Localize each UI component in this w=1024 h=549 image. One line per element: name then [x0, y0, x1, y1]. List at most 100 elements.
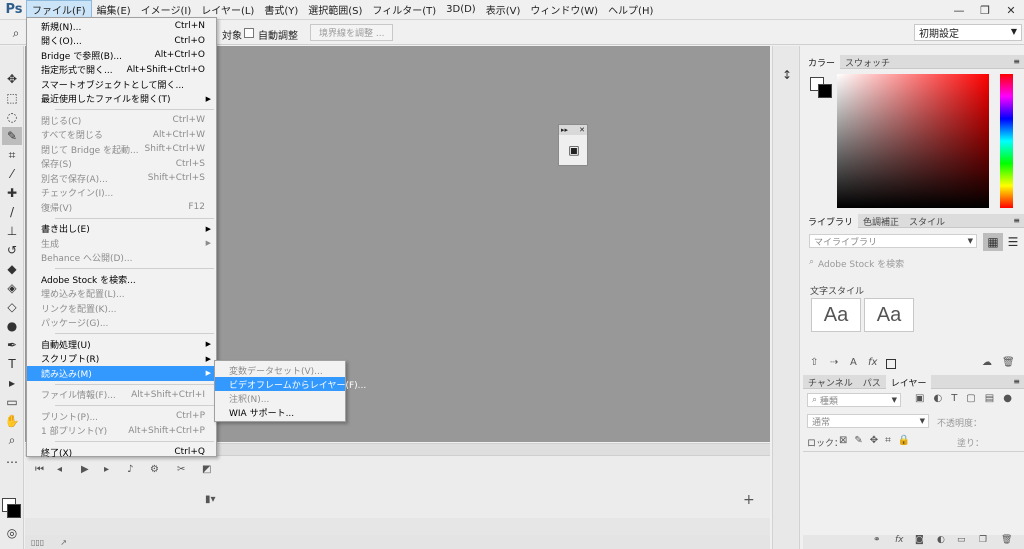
blend-mode-select[interactable]: 通常 ▼	[807, 414, 929, 428]
timeline-frames-icon[interactable]: ▯▯▯	[31, 538, 44, 547]
pixel-filter-icon[interactable]: ▣	[915, 393, 924, 404]
panel-menu-icon[interactable]: ≡	[1013, 216, 1020, 225]
character-style-1[interactable]: Aa	[811, 298, 861, 332]
file-menu-item[interactable]: 自動処理(U) ▶	[27, 337, 216, 352]
delete-layer-icon[interactable]: 🗑	[1001, 535, 1012, 545]
auto-enhance-checkbox[interactable]	[244, 28, 254, 38]
import-submenu-item[interactable]: 注釈(N)...	[215, 391, 345, 405]
file-menu-item[interactable]: 最近使用したファイルを開く(T) ▶	[27, 92, 216, 107]
file-menu-item[interactable]: ファイル情報(F)... Alt+Shift+Ctrl+I	[27, 388, 216, 403]
new-adjustment-icon[interactable]: ◐	[937, 535, 945, 545]
color-field[interactable]	[837, 74, 989, 208]
type-tool-icon[interactable]: T	[2, 355, 22, 373]
file-menu-item[interactable]: Adobe Stock を検索...	[27, 272, 216, 287]
panel-menu-icon[interactable]: ≡	[1013, 57, 1020, 66]
menu-view[interactable]: 表示(V)	[481, 0, 526, 20]
brush-tool-icon[interactable]: /	[2, 203, 22, 221]
grid-view-icon[interactable]: ▦	[983, 233, 1003, 251]
file-menu-item[interactable]: チェックイン(I)...	[27, 186, 216, 201]
healing-brush-tool-icon[interactable]: ✚	[2, 184, 22, 202]
tab-channels[interactable]: チャンネル	[803, 375, 858, 389]
first-frame-icon[interactable]: ⏮	[35, 464, 44, 475]
file-menu-item[interactable]: リンクを配置(K)...	[27, 301, 216, 316]
add-character-style-icon[interactable]: A	[850, 357, 857, 368]
file-menu-item[interactable]: 新規(N)... Ctrl+N	[27, 19, 216, 34]
crop-tool-icon[interactable]: ⌗	[2, 146, 22, 164]
lasso-tool-icon[interactable]: ◌	[2, 108, 22, 126]
file-menu-item[interactable]: 読み込み(M) ▶	[27, 366, 216, 381]
floating-panel[interactable]: ▸▸ ✕ ▣	[558, 124, 588, 166]
workspace-select[interactable]: 初期設定 ▼	[914, 24, 1022, 41]
trash-icon[interactable]: 🗑	[1002, 357, 1015, 368]
new-layer-icon[interactable]: ❐	[979, 535, 987, 545]
file-menu-item[interactable]: 1 部プリント(Y) Alt+Shift+Ctrl+P	[27, 424, 216, 439]
minimize-button[interactable]: —	[946, 0, 972, 20]
menu-help[interactable]: ヘルプ(H)	[603, 0, 658, 20]
tab-paths[interactable]: パス	[858, 375, 886, 389]
file-menu-item[interactable]: 書き出し(E) ▶	[27, 222, 216, 237]
audio-icon[interactable]: ♪	[127, 464, 133, 475]
file-menu-item[interactable]: 閉じる(C) Ctrl+W	[27, 113, 216, 128]
play-icon[interactable]: ▶	[81, 464, 89, 475]
cloud-sync-icon[interactable]: ☁	[982, 357, 992, 368]
history-brush-tool-icon[interactable]: ↺	[2, 241, 22, 259]
menu-type[interactable]: 書式(Y)	[259, 0, 303, 20]
quick-select-preset-icon[interactable]: ⌕	[6, 24, 26, 42]
file-menu-item[interactable]: Behance へ公開(D)...	[27, 251, 216, 266]
file-menu-item[interactable]: 生成 ▶	[27, 236, 216, 251]
file-menu-item[interactable]: 別名で保存(A)... Shift+Ctrl+S	[27, 171, 216, 186]
more-tools-icon[interactable]: …	[2, 450, 22, 468]
rectangle-tool-icon[interactable]: ▭	[2, 393, 22, 411]
hand-tool-icon[interactable]: ✋	[2, 412, 22, 430]
file-menu-item[interactable]: プリント(P)... Ctrl+P	[27, 409, 216, 424]
filter-toggle-icon[interactable]: ●	[1003, 393, 1012, 404]
split-scissors-icon[interactable]: ✂	[177, 464, 185, 475]
previous-frame-icon[interactable]: ◂	[57, 464, 62, 475]
menu-window[interactable]: ウィンドウ(W)	[525, 0, 603, 20]
stock-search-input[interactable]: Adobe Stock を検索	[818, 257, 904, 270]
tab-libraries[interactable]: ライブラリ	[803, 214, 859, 228]
quick-mask-icon[interactable]: ◎	[2, 524, 22, 542]
lock-transparent-icon[interactable]: ⊠	[839, 435, 847, 446]
tab-styles[interactable]: スタイル	[904, 214, 950, 228]
shape-filter-icon[interactable]: ▢	[966, 393, 975, 404]
paint-bucket-tool-icon[interactable]: ◈	[2, 279, 22, 297]
file-menu-item[interactable]: パッケージ(G)...	[27, 316, 216, 331]
file-menu-item[interactable]: 指定形式で開く... Alt+Shift+Ctrl+O	[27, 63, 216, 78]
foreground-color-swatch[interactable]	[7, 504, 21, 518]
expand-icon[interactable]: ▸▸	[561, 126, 568, 134]
import-submenu-item[interactable]: ビデオフレームからレイヤー(F)...	[215, 377, 366, 391]
zoom-tool-icon[interactable]: ⌕	[2, 431, 22, 449]
file-menu-item[interactable]: 復帰(V) F12	[27, 200, 216, 215]
refine-edge-button[interactable]: 境界線を調整 ...	[310, 24, 394, 41]
smart-object-filter-icon[interactable]: ▤	[985, 393, 994, 404]
link-layers-icon[interactable]: ⚭	[873, 535, 881, 545]
eyedropper-tool-icon[interactable]: ⁄	[2, 165, 22, 183]
eraser-tool-icon[interactable]: ◆	[2, 260, 22, 278]
file-menu-item[interactable]: 終了(X) Ctrl+Q	[27, 445, 216, 460]
file-menu-item[interactable]: すべてを閉じる Alt+Ctrl+W	[27, 128, 216, 143]
tab-adjustments[interactable]: 色調補正	[858, 214, 904, 228]
lock-image-icon[interactable]: ✎	[854, 435, 862, 446]
hue-slider[interactable]	[1000, 74, 1013, 208]
list-view-icon[interactable]: ☰	[1003, 233, 1023, 251]
adjustment-filter-icon[interactable]: ◐	[933, 393, 942, 404]
marquee-tool-icon[interactable]: ⬚	[2, 89, 22, 107]
stamp-tool-icon[interactable]: ⊥	[2, 222, 22, 240]
settings-gear-icon[interactable]: ⚙	[150, 464, 159, 475]
tab-color[interactable]: カラー	[803, 55, 841, 69]
add-color-icon[interactable]	[886, 359, 896, 369]
menu-3d[interactable]: 3D(D)	[441, 0, 481, 20]
tab-swatches[interactable]: スウォッチ	[840, 55, 895, 69]
lock-position-icon[interactable]: ✥	[870, 435, 878, 446]
file-menu-item[interactable]: 開く(O)... Ctrl+O	[27, 34, 216, 49]
dodge-tool-icon[interactable]: ●	[2, 317, 22, 335]
path-selection-tool-icon[interactable]: ▸	[2, 374, 22, 392]
film-icon[interactable]: ▮▾	[205, 494, 216, 505]
file-menu-item[interactable]: 埋め込みを配置(L)...	[27, 287, 216, 302]
add-layer-style-icon[interactable]: fx	[868, 357, 877, 368]
close-button[interactable]: ✕	[998, 0, 1024, 20]
library-select[interactable]: マイライブラリ ▼	[809, 234, 977, 248]
add-mask-icon[interactable]: ◙	[915, 535, 924, 545]
move-tool-icon[interactable]: ✥	[2, 70, 22, 88]
